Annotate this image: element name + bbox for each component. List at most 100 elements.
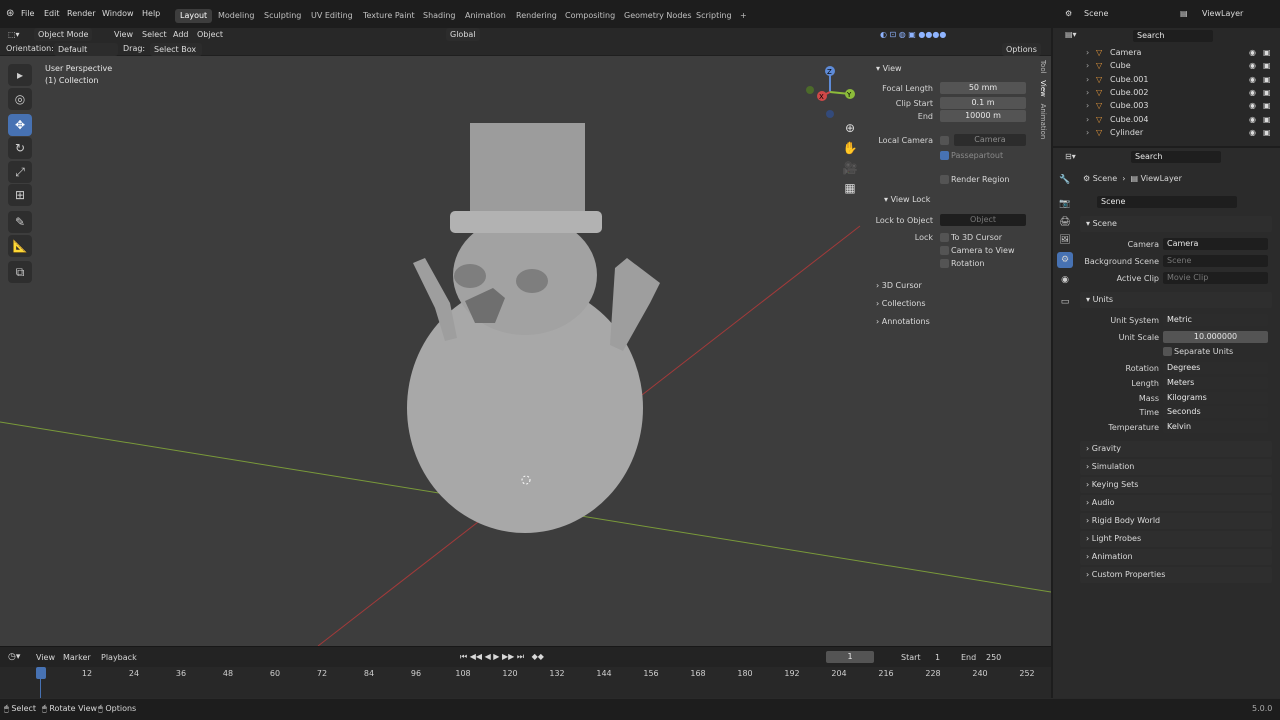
end-field[interactable]: 250 (986, 653, 1001, 662)
scene-tab-icon[interactable]: ⚙ (1057, 252, 1073, 268)
tool-tab-icon[interactable]: 🔧 (1057, 172, 1073, 188)
shading-icons[interactable]: ◐ ⊡ ◍ ▣ ●●●● (880, 28, 946, 42)
sidebar-tab-view[interactable]: View (1039, 80, 1047, 97)
outliner-item[interactable]: › ▽ Cube.003 ◉ ▣ (1053, 99, 1280, 112)
active-clip-field[interactable]: Movie Clip (1163, 272, 1268, 284)
view-layer-name[interactable]: ViewLayer (1202, 0, 1243, 28)
menu-window[interactable]: Window (102, 0, 134, 28)
focal-length-field[interactable]: 50 mm (940, 82, 1026, 94)
menu-render[interactable]: Render (67, 0, 95, 28)
rotation-units-dropdown[interactable]: Degrees (1163, 362, 1268, 374)
move-tool-icon[interactable]: ✥ (8, 114, 32, 136)
eye-icon[interactable]: ◉ (1249, 126, 1256, 139)
properties-section-header[interactable]: › Animation (1080, 549, 1272, 565)
properties-section-header[interactable]: › Simulation (1080, 459, 1272, 475)
tab-texture-paint[interactable]: Texture Paint (358, 9, 420, 23)
outliner-search[interactable]: Search (1133, 30, 1213, 42)
outliner-item[interactable]: › ▽ Cube.002 ◉ ▣ (1053, 86, 1280, 99)
camera-field[interactable]: Camera (1163, 238, 1268, 250)
annotate-tool-icon[interactable]: ✎ (8, 211, 32, 233)
length-units-dropdown[interactable]: Meters (1163, 377, 1268, 389)
sidebar-tab-tool[interactable]: Tool (1039, 60, 1047, 74)
eye-icon[interactable]: ◉ (1249, 113, 1256, 126)
outliner-editor-icon[interactable]: ▤▾ (1065, 30, 1077, 39)
outliner-item[interactable]: › ▽ Cylinder ◉ ▣ (1053, 126, 1280, 139)
properties-section-header[interactable]: › Custom Properties (1080, 567, 1272, 583)
scene-section-header[interactable]: ▾ Scene (1080, 216, 1272, 232)
tab-sculpting[interactable]: Sculpting (259, 9, 306, 23)
local-camera-field[interactable]: Camera (954, 134, 1026, 146)
menu-add[interactable]: Add (173, 28, 189, 42)
clip-end-field[interactable]: 10000 m (940, 110, 1026, 122)
unit-scale-field[interactable]: 10.000000 (1163, 331, 1268, 343)
view-section-header[interactable]: ▾ View (876, 64, 902, 73)
camera-view-icon[interactable]: 🎥 (840, 158, 860, 178)
output-tab-icon[interactable]: 🖨 (1057, 214, 1073, 230)
tab-compositing[interactable]: Compositing (560, 9, 620, 23)
add-workspace-icon[interactable]: + (735, 9, 752, 23)
properties-search[interactable]: Search (1131, 151, 1221, 163)
outliner-item[interactable]: › ▽ Camera ◉ ▣ (1053, 46, 1280, 59)
rotate-tool-icon[interactable]: ↻ (8, 137, 32, 159)
render-region-checkbox[interactable] (940, 175, 949, 184)
time-units-dropdown[interactable]: Seconds (1163, 406, 1268, 418)
playhead[interactable] (36, 667, 46, 679)
scale-tool-icon[interactable]: ⤢ (8, 161, 32, 183)
menu-object[interactable]: Object (197, 28, 223, 42)
tab-rendering[interactable]: Rendering (511, 9, 562, 23)
world-tab-icon[interactable]: ◉ (1057, 272, 1073, 288)
menu-help[interactable]: Help (142, 0, 160, 28)
properties-section-header[interactable]: › Audio (1080, 495, 1272, 511)
eye-icon[interactable]: ◉ (1249, 59, 1256, 72)
sidebar-tab-animation[interactable]: Animation (1039, 104, 1047, 140)
scene-name-field[interactable]: Scene (1097, 196, 1237, 208)
camera-render-icon[interactable]: ▣ (1263, 59, 1271, 72)
expand-arrow-icon[interactable]: › (1086, 46, 1089, 59)
transform-orientation-dropdown[interactable]: Global (446, 28, 480, 41)
expand-arrow-icon[interactable]: › (1086, 59, 1089, 72)
render-tab-icon[interactable]: 📷 (1057, 196, 1073, 212)
camera-render-icon[interactable]: ▣ (1263, 86, 1271, 99)
camera-render-icon[interactable]: ▣ (1263, 46, 1271, 59)
eye-icon[interactable]: ◉ (1249, 99, 1256, 112)
select-box-tool-icon[interactable]: ▸ (8, 64, 32, 86)
eye-icon[interactable]: ◉ (1249, 73, 1256, 86)
camera-render-icon[interactable]: ▣ (1263, 73, 1271, 86)
mass-units-dropdown[interactable]: Kilograms (1163, 392, 1268, 404)
bg-scene-field[interactable]: Scene (1163, 255, 1268, 267)
tab-modeling[interactable]: Modeling (213, 9, 259, 23)
clip-start-field[interactable]: 0.1 m (940, 97, 1026, 109)
outliner-item[interactable]: › ▽ Cube.001 ◉ ▣ (1053, 73, 1280, 86)
expand-arrow-icon[interactable]: › (1086, 113, 1089, 126)
properties-section-header[interactable]: › Light Probes (1080, 531, 1272, 547)
transform-tool-icon[interactable]: ⊞ (8, 184, 32, 206)
properties-section-header[interactable]: › Rigid Body World (1080, 513, 1272, 529)
camera-render-icon[interactable]: ▣ (1263, 99, 1271, 112)
tab-shading[interactable]: Shading (418, 9, 461, 23)
add-cube-tool-icon[interactable]: ⧉ (8, 261, 32, 283)
tab-scripting[interactable]: Scripting (691, 9, 737, 23)
eye-icon[interactable]: ◉ (1249, 46, 1256, 59)
pan-hand-icon[interactable]: ✋ (840, 138, 860, 158)
view-layer-tab-icon[interactable]: 🖼 (1057, 232, 1073, 248)
properties-section-header[interactable]: › Gravity (1080, 441, 1272, 457)
lock-to-object-field[interactable]: Object (940, 214, 1026, 226)
grid-view-icon[interactable]: ▦ (840, 178, 860, 198)
local-camera-checkbox[interactable] (940, 136, 949, 145)
expand-arrow-icon[interactable]: › (1086, 86, 1089, 99)
blender-logo-icon[interactable]: ⊛ (6, 0, 14, 28)
menu-view[interactable]: View (114, 28, 133, 42)
menu-edit[interactable]: Edit (44, 0, 60, 28)
snowman-model[interactable] (395, 123, 675, 543)
mode-dropdown[interactable]: Object Mode (34, 28, 93, 41)
passepartout-checkbox[interactable] (940, 151, 949, 160)
measure-tool-icon[interactable]: 📐 (8, 235, 32, 257)
zoom-icon[interactable]: ⊕ (840, 118, 860, 138)
tab-layout[interactable]: Layout (175, 9, 213, 23)
current-frame-field[interactable]: 1 (826, 651, 874, 663)
outliner-item[interactable]: › ▽ Cube.004 ◉ ▣ (1053, 113, 1280, 126)
timeline-view-menu[interactable]: View (36, 653, 55, 662)
unit-system-dropdown[interactable]: Metric (1163, 314, 1268, 326)
to-3d-cursor-checkbox[interactable] (940, 233, 949, 242)
sidebar-tabs[interactable]: Tool View Animation (1037, 60, 1047, 210)
